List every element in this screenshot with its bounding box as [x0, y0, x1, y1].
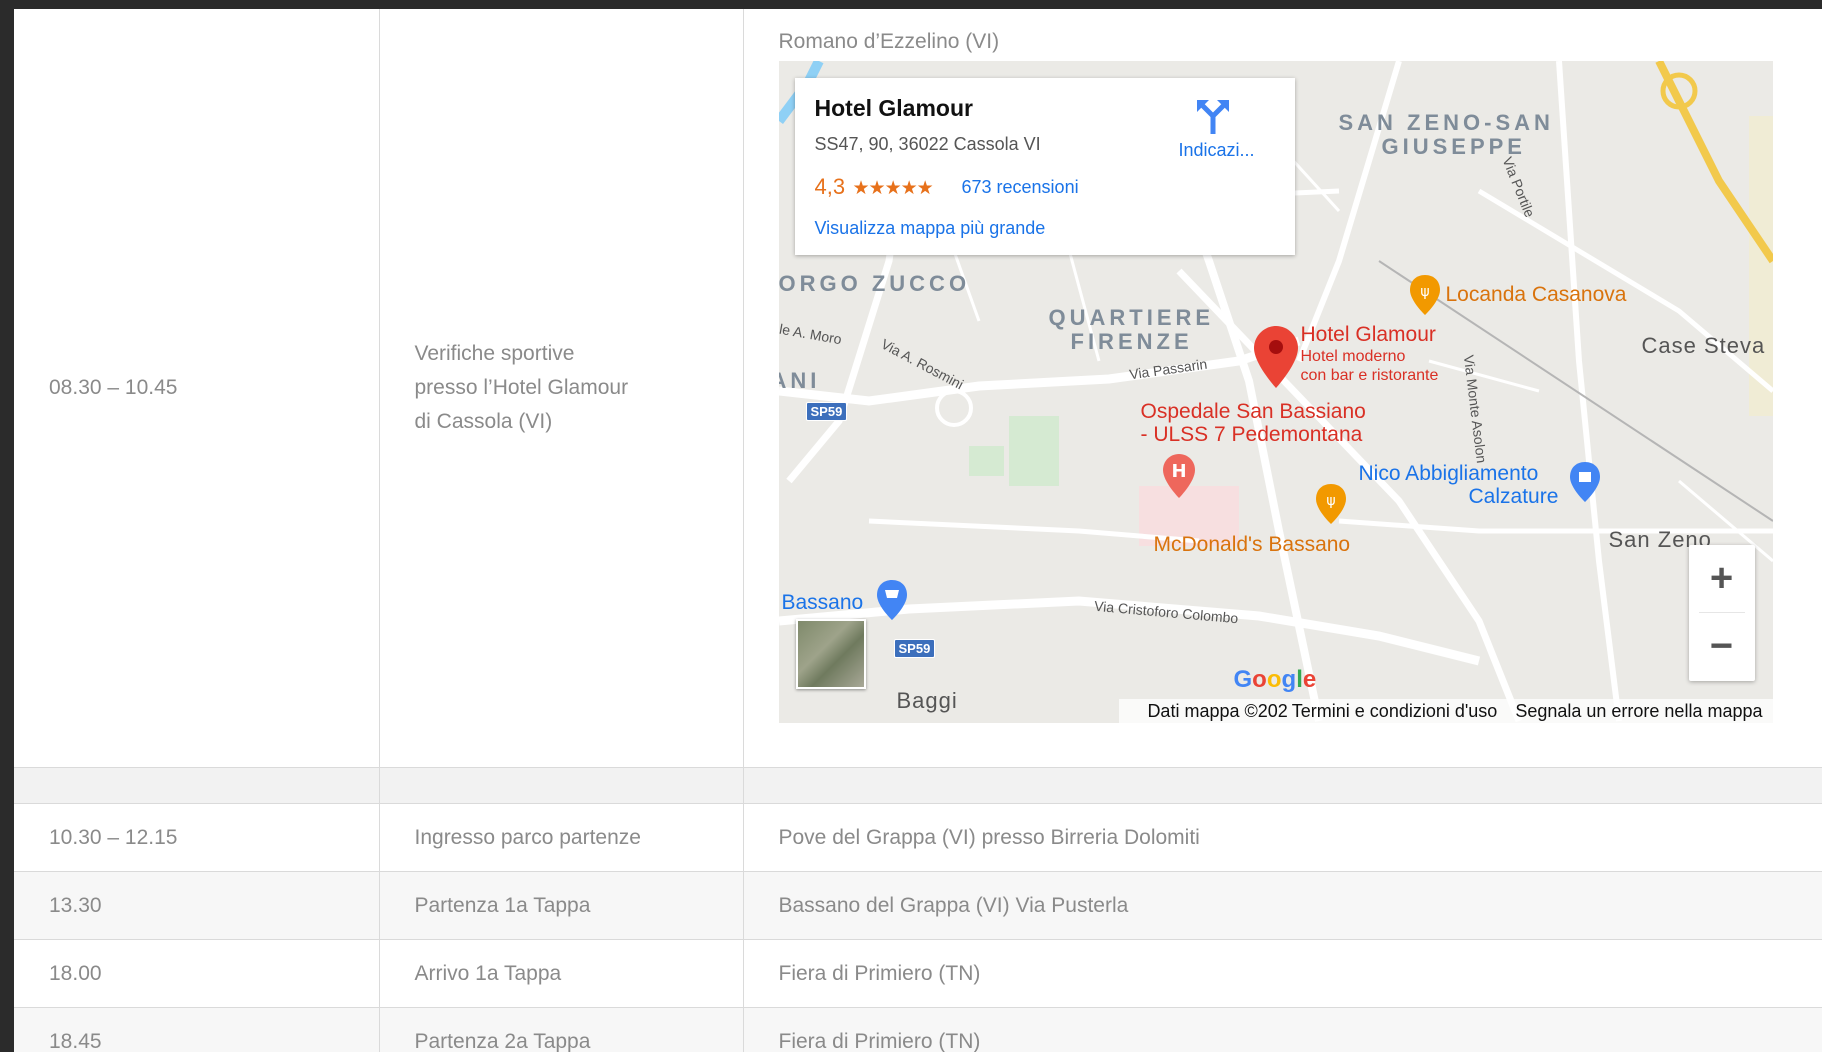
area-label: FIRENZE: [1070, 329, 1193, 354]
schedule-table: 08.30 – 10.45 Verifiche sportive presso …: [14, 9, 1822, 1052]
report-error-link[interactable]: Segnala un errore nella mappa: [1515, 701, 1762, 721]
poi-label: - ULSS 7 Pedemontana: [1140, 423, 1363, 446]
map-data-credit[interactable]: Dati mappa ©202: [1147, 701, 1287, 721]
area-label: GIUSEPPE: [1381, 134, 1526, 159]
page: 08.30 – 10.45 Verifiche sportive presso …: [14, 9, 1822, 1052]
location-cell: Fiera di Primiero (TN): [743, 1007, 1822, 1052]
road-shield: SP59: [893, 639, 936, 658]
time-cell: 08.30 – 10.45: [14, 9, 380, 768]
road-shield: SP59: [805, 402, 848, 421]
zoom-out-button[interactable]: −: [1689, 613, 1755, 679]
poi-sublabel: Hotel moderno: [1300, 348, 1406, 365]
poi-sublabel: con bar e ristorante: [1300, 367, 1439, 384]
place-rating: 4,3: [814, 174, 846, 199]
activity-cell: Ingresso parco partenze: [379, 803, 744, 872]
time-cell: 18.45: [14, 1007, 380, 1052]
location-cell: Fiera di Primiero (TN): [743, 939, 1822, 1008]
zoom-control: + −: [1688, 545, 1755, 681]
activity-cell: Arrivo 1a Tappa: [379, 939, 744, 1008]
poi-label[interactable]: Ospedale San Bassiano: [1141, 400, 1366, 424]
svg-text:ψ: ψ: [1420, 284, 1429, 300]
time-cell: 18.00: [14, 939, 380, 1008]
restaurant-pin-icon[interactable]: ψ: [1315, 484, 1346, 524]
location-label: Romano d’Ezzelino (VI): [778, 30, 1000, 53]
poi-label[interactable]: McDonald's Bassano: [1154, 533, 1351, 557]
restaurant-pin-icon[interactable]: ψ: [1409, 275, 1440, 315]
poi-label[interactable]: Hotel Glamour: [1301, 323, 1436, 347]
shopping-pin-icon[interactable]: [1569, 462, 1600, 502]
place-title: Hotel Glamour: [814, 95, 973, 121]
time-cell: 13.30: [14, 871, 380, 940]
table-row: 10.30 – 12.15 Ingresso parco partenze Po…: [14, 803, 1822, 872]
poi-label[interactable]: Nico Abbigliamento: [1359, 462, 1539, 486]
activity-line: di Cassola (VI): [414, 410, 553, 433]
area-label: SAN ZENO-SAN: [1338, 110, 1554, 135]
activity-line: presso l’Hotel Glamour: [414, 376, 629, 399]
table-row: 13.30 Partenza 1a Tappa Bassano del Grap…: [14, 871, 1822, 940]
map-footer: Dati mappa ©202 Termini e condizioni d'us…: [1119, 699, 1773, 723]
location-cell: Romano d’Ezzelino (VI) SAN ZENO-SAN GIUS…: [743, 9, 1822, 768]
directions-link[interactable]: Indicazi...: [1179, 140, 1255, 161]
shopping-cart-pin-icon[interactable]: [876, 580, 907, 620]
table-row: 08.30 – 10.45 Verifiche sportive presso …: [14, 9, 1822, 768]
star-rating-icon: ★★★★★: [852, 178, 934, 199]
area-label: ANI: [779, 368, 821, 393]
empty-cell: [743, 767, 1822, 804]
table-row: [14, 767, 1822, 804]
location-cell: Bassano del Grappa (VI) Via Pusterla: [743, 871, 1822, 940]
terms-link[interactable]: Termini e condizioni d'uso: [1292, 701, 1498, 721]
place-address: SS47, 90, 36022 Cassola VI: [814, 134, 1041, 154]
empty-cell: [379, 767, 744, 804]
area-label: ORGO ZUCCO: [778, 271, 971, 296]
google-logo: Google: [1233, 666, 1317, 693]
embedded-map[interactable]: SAN ZENO-SAN GIUSEPPE ORGO ZUCCO QUARTIE…: [778, 61, 1773, 723]
poi-label[interactable]: Locanda Casanova: [1446, 283, 1627, 307]
activity-line: Verifiche sportive: [414, 342, 575, 365]
time-cell: 10.30 – 12.15: [14, 803, 380, 872]
hospital-pin-icon[interactable]: H: [1162, 454, 1195, 498]
location-pin-icon[interactable]: [1253, 326, 1298, 388]
svg-text:ψ: ψ: [1326, 493, 1335, 509]
place-label: Case Steva: [1641, 333, 1766, 358]
location-cell: Pove del Grappa (VI) presso Birreria Dol…: [743, 803, 1822, 872]
poi-label[interactable]: Bassano: [782, 591, 864, 615]
activity-cell: Partenza 2a Tappa: [379, 1007, 744, 1052]
reviews-link[interactable]: 673 recensioni: [962, 177, 1079, 198]
place-info-card: Hotel Glamour SS47, 90, 36022 Cassola VI…: [794, 78, 1295, 255]
zoom-in-button[interactable]: +: [1689, 545, 1755, 611]
place-label: Baggi: [896, 688, 958, 713]
activity-cell: Verifiche sportive presso l’Hotel Glamou…: [379, 9, 744, 768]
directions-icon[interactable]: [1193, 96, 1233, 136]
satellite-toggle[interactable]: [795, 619, 866, 689]
activity-cell: Partenza 1a Tappa: [379, 871, 744, 940]
table-row: 18.45 Partenza 2a Tappa Fiera di Primier…: [14, 1007, 1822, 1052]
area-label: QUARTIERE: [1048, 305, 1215, 330]
table-row: 18.00 Arrivo 1a Tappa Fiera di Primiero …: [14, 939, 1822, 1008]
poi-label: Calzature: [1468, 485, 1559, 508]
empty-cell: [14, 767, 380, 804]
svg-text:H: H: [1171, 461, 1186, 482]
larger-map-link[interactable]: Visualizza mappa più grande: [815, 218, 1046, 239]
